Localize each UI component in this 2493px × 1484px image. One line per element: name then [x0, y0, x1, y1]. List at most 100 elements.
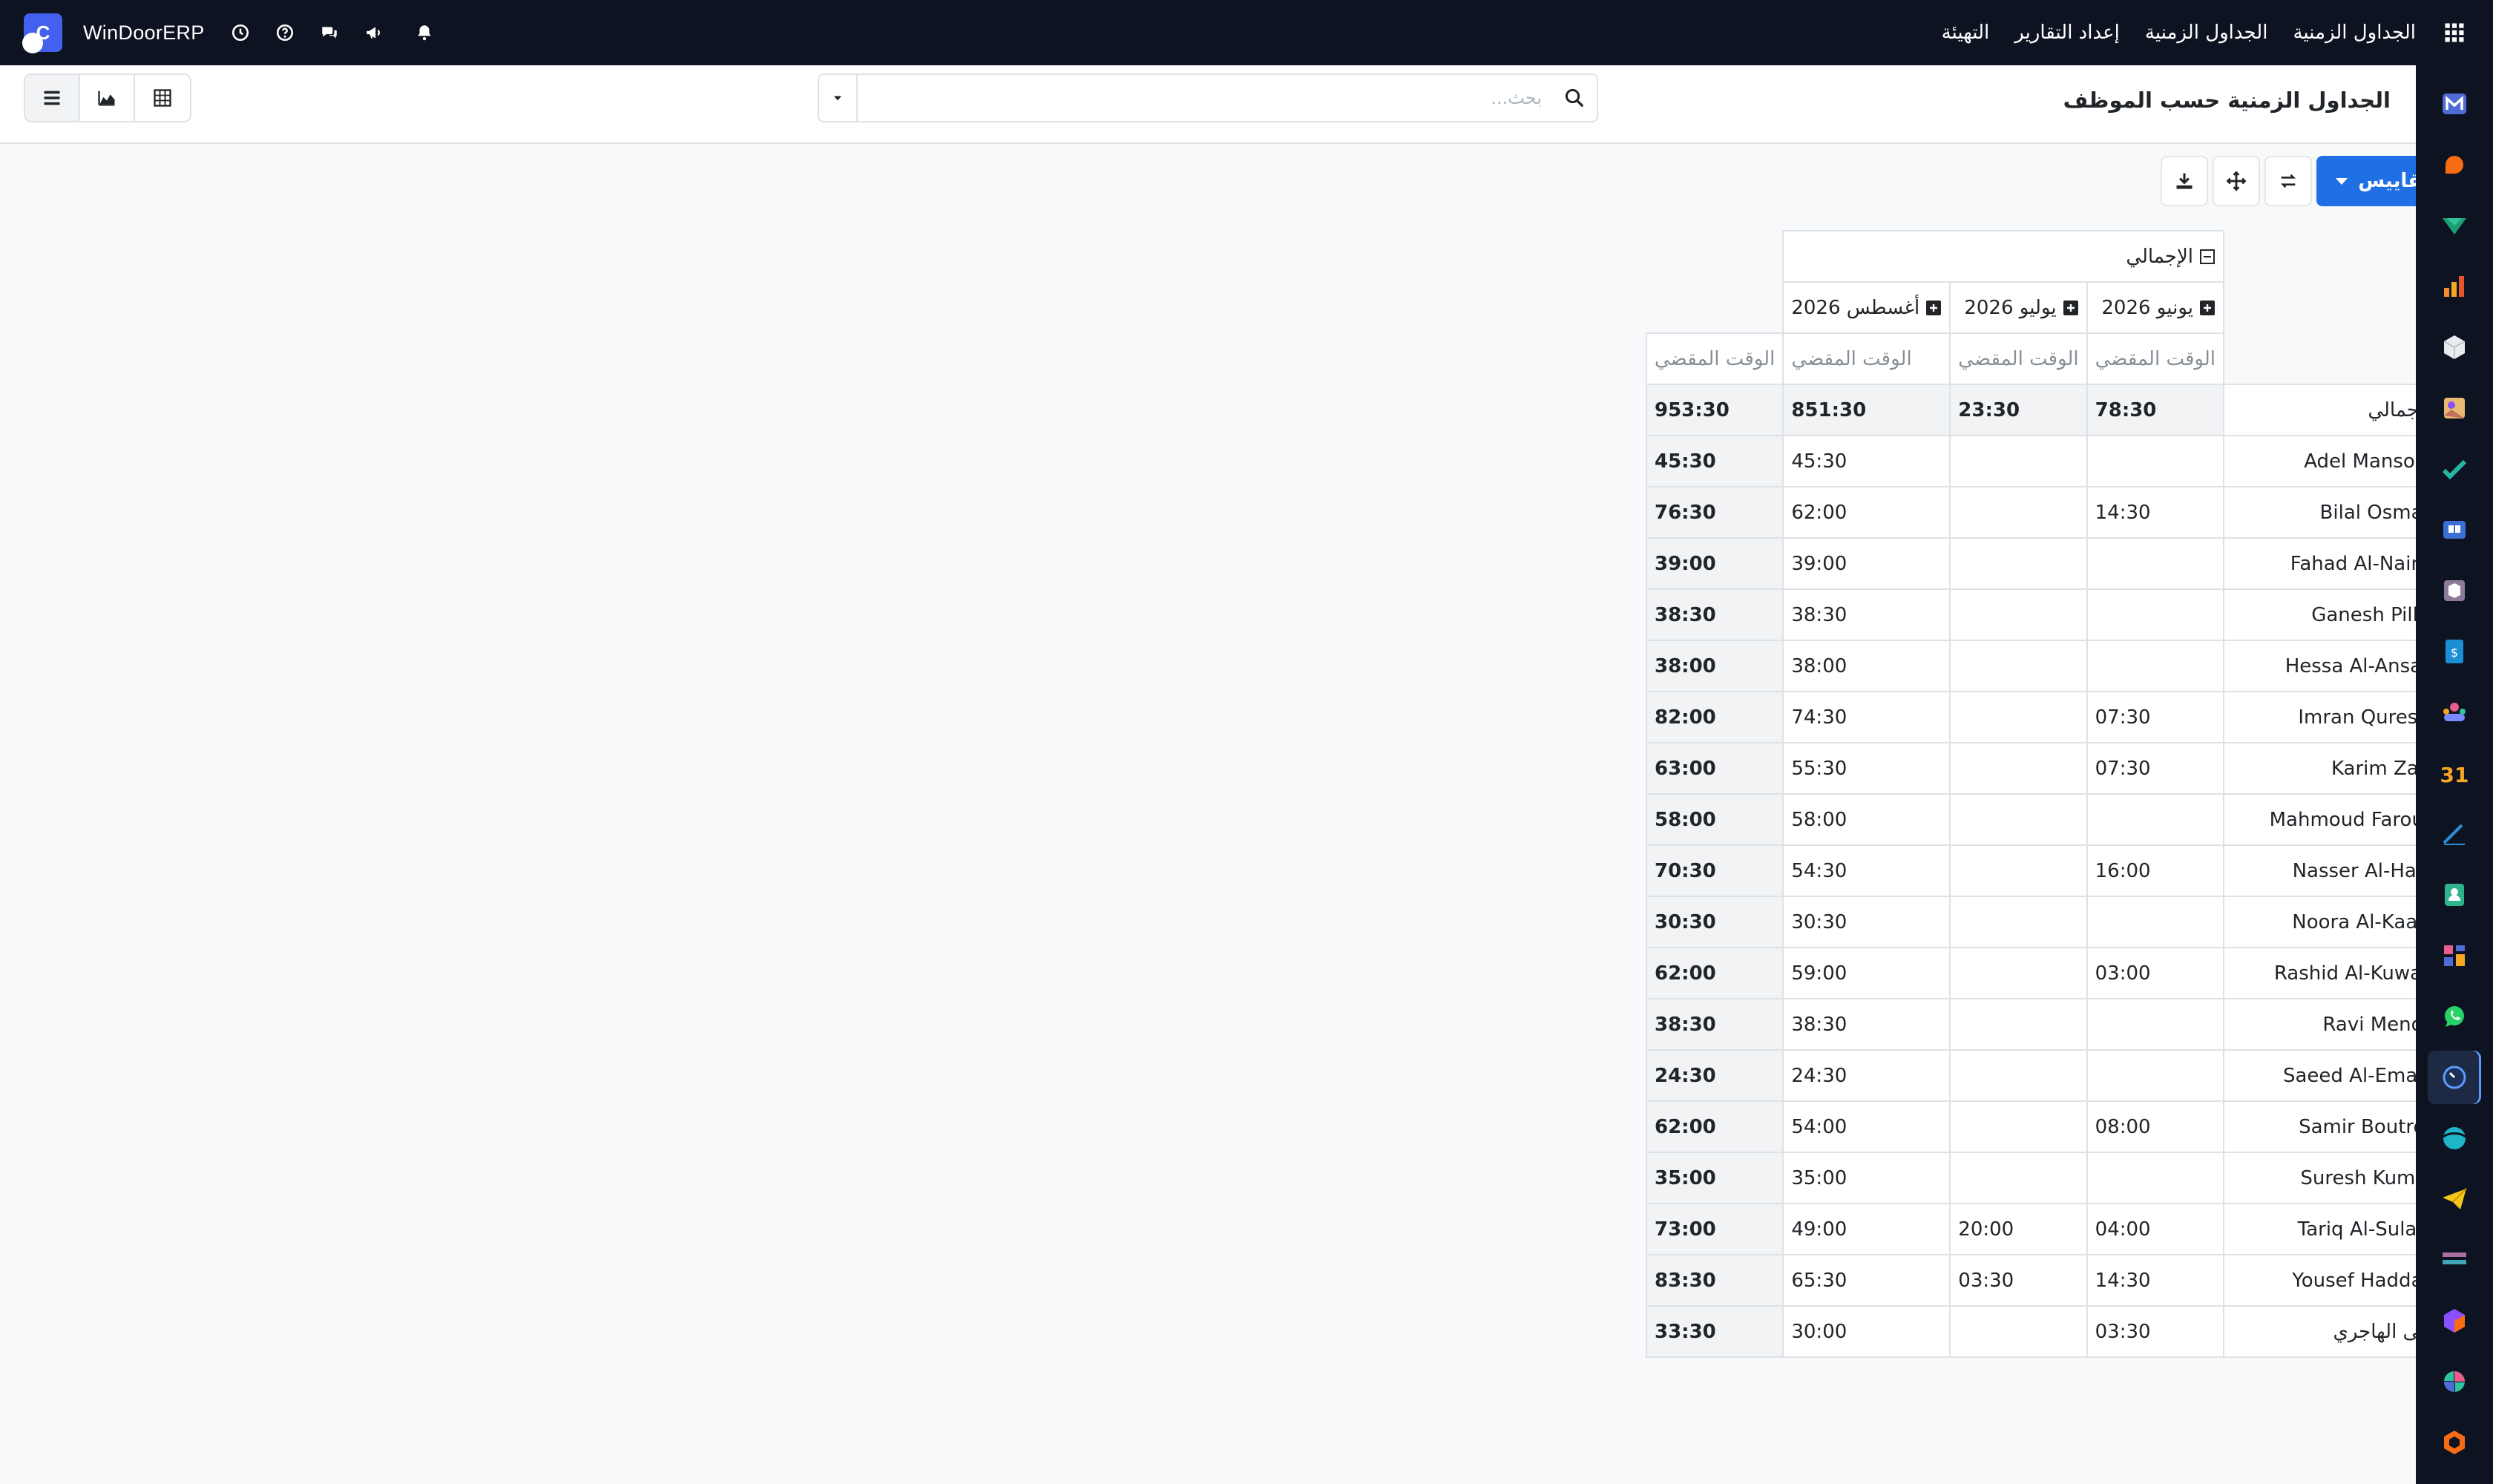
grand-total-cell[interactable]: 851:30 — [1782, 384, 1951, 436]
row-total-cell[interactable]: 73:00 — [1645, 1203, 1784, 1255]
value-cell[interactable]: 03:00 — [2086, 947, 2225, 999]
value-cell[interactable]: 07:30 — [2086, 742, 2225, 795]
value-cell[interactable] — [2086, 588, 2225, 641]
expand-all-button[interactable] — [2213, 156, 2261, 206]
value-cell[interactable]: 14:30 — [2086, 486, 2225, 539]
row-total-cell[interactable]: 38:30 — [1645, 998, 1784, 1051]
value-cell[interactable] — [1949, 1305, 2088, 1358]
sidebar-photo-app[interactable] — [2428, 381, 2481, 435]
row-total-cell[interactable]: 45:30 — [1645, 435, 1784, 487]
sidebar-discuss-app[interactable] — [2428, 138, 2481, 191]
value-cell[interactable]: 38:30 — [1782, 998, 1951, 1051]
brand-name[interactable]: WinDoorERP — [83, 22, 205, 45]
sidebar-marketplace-app[interactable] — [2428, 1416, 2481, 1469]
value-cell[interactable]: 35:00 — [1782, 1152, 1951, 1204]
value-cell[interactable]: 24:30 — [1782, 1049, 1951, 1102]
value-cell[interactable]: 38:30 — [1782, 588, 1951, 641]
value-cell[interactable] — [2086, 896, 2225, 948]
row-total-cell[interactable]: 39:00 — [1645, 537, 1784, 590]
value-cell[interactable]: 03:30 — [1949, 1254, 2088, 1307]
sidebar-sales-app[interactable] — [2428, 260, 2481, 313]
megaphone-icon[interactable] — [361, 19, 387, 46]
sidebar-studio-app[interactable] — [2428, 1355, 2481, 1408]
sidebar-inventory-app[interactable] — [2428, 321, 2481, 374]
menu-timesheets[interactable]: الجداول الزمنية — [2145, 22, 2268, 44]
value-cell[interactable]: 62:00 — [1782, 486, 1951, 539]
value-cell[interactable] — [2086, 435, 2225, 487]
value-cell[interactable] — [1949, 1049, 2088, 1102]
value-cell[interactable] — [1949, 435, 2088, 487]
value-cell[interactable]: 20:00 — [1949, 1203, 2088, 1255]
sidebar-crm-app[interactable] — [2428, 199, 2481, 252]
value-cell[interactable]: 07:30 — [2086, 691, 2225, 743]
value-cell[interactable] — [2086, 640, 2225, 692]
value-cell[interactable] — [1949, 1152, 2088, 1204]
value-cell[interactable] — [1949, 588, 2088, 641]
row-total-cell[interactable]: 35:00 — [1645, 1152, 1784, 1204]
value-cell[interactable] — [1949, 486, 2088, 539]
sidebar-todo-app[interactable] — [2428, 442, 2481, 496]
row-total-cell[interactable]: 70:30 — [1645, 844, 1784, 897]
company-logo[interactable]: C — [22, 13, 62, 53]
value-cell[interactable]: 65:30 — [1782, 1254, 1951, 1307]
sidebar-documents-app[interactable] — [2428, 1233, 2481, 1287]
sidebar-email-marketing-app[interactable] — [2428, 1172, 2481, 1226]
sidebar-timesheets-app[interactable] — [2428, 1051, 2481, 1104]
sidebar-purchase-app[interactable] — [2428, 564, 2481, 617]
sidebar-employees-app[interactable] — [2428, 686, 2481, 739]
value-cell[interactable]: 16:00 — [2086, 844, 2225, 897]
grand-total-cell[interactable]: 23:30 — [1949, 384, 2088, 436]
sidebar-website-app[interactable] — [2428, 1112, 2481, 1165]
value-cell[interactable] — [1949, 742, 2088, 795]
sidebar-dashboards-app[interactable] — [2428, 929, 2481, 982]
help-icon[interactable] — [272, 19, 298, 46]
value-cell[interactable] — [1949, 844, 2088, 897]
bell-icon[interactable] — [411, 19, 438, 46]
sidebar-contacts-app[interactable] — [2428, 868, 2481, 922]
value-cell[interactable] — [1949, 640, 2088, 692]
value-cell[interactable] — [1949, 1100, 2088, 1153]
measure-header[interactable]: الوقت المقضي — [1782, 332, 1951, 385]
search-icon[interactable] — [1552, 87, 1597, 109]
row-total-cell[interactable]: 62:00 — [1645, 947, 1784, 999]
row-total-cell[interactable]: 63:00 — [1645, 742, 1784, 795]
chat-icon[interactable] — [316, 19, 343, 46]
value-cell[interactable]: 30:00 — [1782, 1305, 1951, 1358]
row-total-cell[interactable]: 24:30 — [1645, 1049, 1784, 1102]
column-header-2[interactable]: أغسطس 2026 — [1782, 281, 1951, 334]
sidebar-sign-app[interactable] — [2428, 807, 2481, 861]
menu-reporting[interactable]: إعداد التقارير — [2014, 22, 2120, 44]
value-cell[interactable] — [2086, 998, 2225, 1051]
value-cell[interactable]: 55:30 — [1782, 742, 1951, 795]
value-cell[interactable]: 38:00 — [1782, 640, 1951, 692]
measure-header[interactable]: الوقت المقضي — [1645, 332, 1784, 385]
column-total-header[interactable]: الإجمالي — [1782, 230, 2224, 283]
measure-header[interactable]: الوقت المقضي — [1949, 332, 2088, 385]
menu-app-timesheets[interactable]: الجداول الزمنية — [2293, 22, 2416, 44]
row-total-cell[interactable]: 30:30 — [1645, 896, 1784, 948]
search-input[interactable] — [858, 75, 1552, 121]
search-options-toggle[interactable] — [819, 75, 858, 121]
value-cell[interactable]: 08:00 — [2086, 1100, 2225, 1153]
sidebar-product-app[interactable] — [2428, 1294, 2481, 1347]
value-cell[interactable] — [1949, 896, 2088, 948]
list-view-button[interactable] — [25, 75, 80, 121]
row-total-cell[interactable]: 58:00 — [1645, 793, 1784, 846]
column-header-0[interactable]: يونيو 2026 — [2086, 281, 2225, 334]
value-cell[interactable] — [1949, 793, 2088, 846]
clock-icon[interactable] — [227, 19, 254, 46]
value-cell[interactable] — [1949, 691, 2088, 743]
value-cell[interactable]: 54:30 — [1782, 844, 1951, 897]
menu-configuration[interactable]: التهيئة — [1942, 22, 1990, 44]
value-cell[interactable] — [2086, 1152, 2225, 1204]
sidebar-invoicing-app[interactable]: $ — [2428, 625, 2481, 678]
value-cell[interactable]: 39:00 — [1782, 537, 1951, 590]
value-cell[interactable] — [2086, 1049, 2225, 1102]
pivot-view-button[interactable] — [135, 75, 190, 121]
row-total-cell[interactable]: 62:00 — [1645, 1100, 1784, 1153]
value-cell[interactable]: 14:30 — [2086, 1254, 2225, 1307]
value-cell[interactable] — [1949, 537, 2088, 590]
row-total-cell[interactable]: 38:30 — [1645, 588, 1784, 641]
download-button[interactable] — [2161, 156, 2209, 206]
value-cell[interactable]: 04:00 — [2086, 1203, 2225, 1255]
